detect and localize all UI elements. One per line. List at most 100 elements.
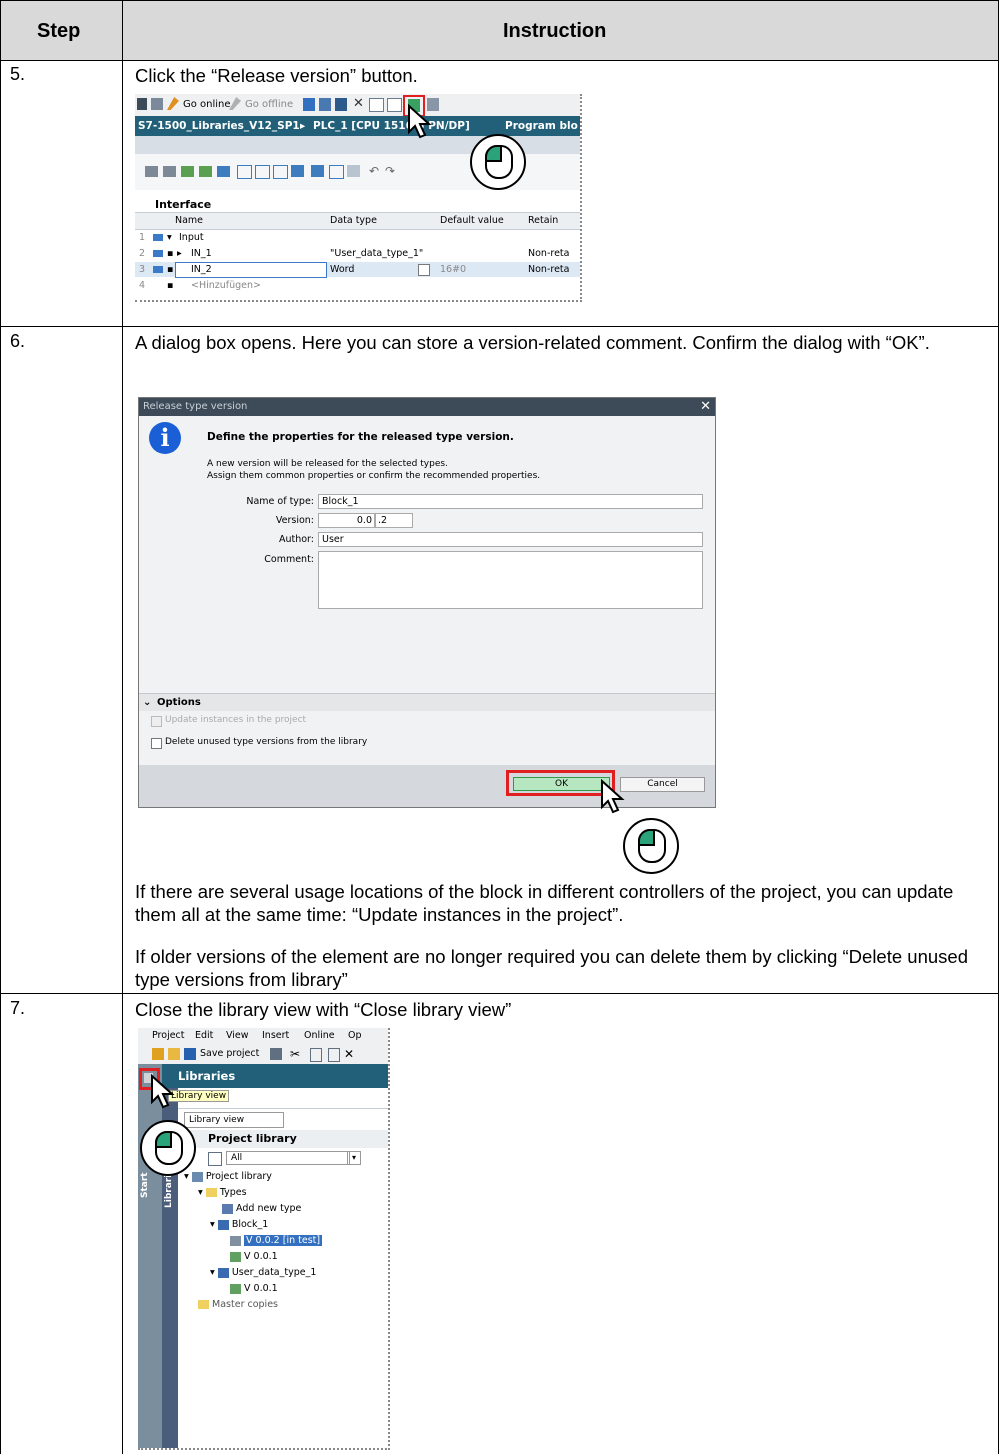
- menu-options[interactable]: Op: [348, 1028, 362, 1044]
- go-offline-button[interactable]: Go offline: [245, 99, 293, 110]
- bullet-icon: ▪: [167, 280, 174, 291]
- breadcrumb-plc[interactable]: PLC_1 [CPU 1516-3 PN/DP]: [313, 116, 470, 136]
- tree-item[interactable]: ▾ Types: [184, 1185, 322, 1201]
- stop-cpu-icon[interactable]: [335, 98, 347, 111]
- view-list-icon[interactable]: [208, 1152, 222, 1166]
- toolbar-icon[interactable]: [237, 165, 252, 179]
- type-picker-icon[interactable]: [418, 264, 430, 276]
- filter-select[interactable]: All: [226, 1151, 350, 1165]
- tree-item[interactable]: ▾ Block_1: [184, 1217, 322, 1233]
- open-project-icon[interactable]: [168, 1048, 180, 1060]
- tooltip-library-view: Library view: [168, 1090, 230, 1102]
- tree-item[interactable]: Master copies: [184, 1297, 322, 1313]
- toolbar-icon[interactable]: ↶: [369, 164, 379, 178]
- version-minor-field[interactable]: .2: [375, 513, 413, 528]
- toolbar-icon[interactable]: [217, 166, 230, 177]
- toolbar-icon[interactable]: [329, 165, 344, 179]
- menu-online[interactable]: Online: [304, 1028, 335, 1044]
- row-name: <Hinzufügen>: [191, 280, 261, 291]
- dialog-title: Release type version: [143, 401, 248, 412]
- tree-item[interactable]: Add new type: [184, 1201, 322, 1217]
- cross-reference-icon[interactable]: ✕: [353, 96, 364, 111]
- tree-item[interactable]: V 0.0.1: [184, 1249, 322, 1265]
- row-name: IN_2: [191, 264, 212, 275]
- name-of-type-field[interactable]: Block_1: [318, 494, 703, 509]
- breadcrumb-program-blocks[interactable]: Program blo: [505, 116, 578, 136]
- tree-item[interactable]: ▾ Project library: [184, 1169, 322, 1185]
- tree-item[interactable]: V 0.0.1: [184, 1281, 322, 1297]
- label-version: Version:: [275, 515, 314, 526]
- menu-insert[interactable]: Insert: [262, 1028, 289, 1044]
- toolbar-icon[interactable]: [347, 165, 360, 177]
- row-divider: [0, 60, 999, 61]
- chevron-down-icon[interactable]: ▾: [347, 1151, 361, 1165]
- header-step: Step: [37, 20, 81, 42]
- menu-project[interactable]: Project: [152, 1028, 185, 1044]
- copy-icon[interactable]: [310, 1048, 322, 1062]
- ok-button[interactable]: OK: [513, 777, 610, 791]
- go-online-button[interactable]: Go online: [183, 99, 231, 110]
- bullet-icon: ▪: [167, 248, 174, 259]
- tree-label: Types: [219, 1187, 247, 1198]
- start-cpu-icon[interactable]: [319, 98, 331, 111]
- tree-item[interactable]: ▾ User_data_type_1: [184, 1265, 322, 1281]
- col-data-type[interactable]: Data type: [330, 213, 377, 229]
- col-retain[interactable]: Retain: [528, 213, 558, 229]
- libraries-title: Libraries: [178, 1069, 236, 1083]
- toolbar-icon[interactable]: [255, 165, 270, 179]
- toolbar-icon[interactable]: ↷: [385, 164, 395, 178]
- menu-edit[interactable]: Edit: [195, 1028, 213, 1044]
- close-icon[interactable]: ✕: [700, 398, 711, 416]
- print-icon[interactable]: [270, 1048, 282, 1060]
- delete-unused-label: Delete unused type versions from the lib…: [165, 737, 368, 747]
- options-section[interactable]: ⌄ Options: [139, 693, 715, 713]
- toolbar-icon[interactable]: [163, 166, 176, 177]
- row-divider: [0, 326, 999, 327]
- paste-icon[interactable]: [328, 1048, 340, 1062]
- expand-icon[interactable]: ▸: [177, 246, 182, 261]
- side-tab-start[interactable]: Start: [140, 1172, 150, 1198]
- tree-label: Master copies: [212, 1299, 278, 1310]
- library-view-button[interactable]: Library view: [184, 1112, 284, 1128]
- update-instances-checkbox[interactable]: [151, 716, 162, 727]
- toolbar-icon[interactable]: [311, 165, 324, 177]
- new-project-icon[interactable]: [152, 1048, 164, 1060]
- add-type-icon: [222, 1203, 233, 1214]
- split-vertical-icon[interactable]: [387, 98, 402, 112]
- breadcrumb-project[interactable]: S7-1500_Libraries_V12_SP1: [138, 116, 300, 136]
- col-name[interactable]: Name: [175, 213, 203, 229]
- chevron-down-icon[interactable]: ⌄: [143, 694, 151, 712]
- tree-item-selected[interactable]: V 0.0.2 [in test]: [184, 1233, 323, 1249]
- version-icon: [230, 1235, 241, 1246]
- comment-field[interactable]: [318, 551, 703, 609]
- version-major-field[interactable]: 0.0: [318, 513, 375, 528]
- table-row[interactable]: 2 ▪ ▸ IN_1 "User_data_type_1" Non-reta: [135, 246, 580, 261]
- step-number-5: 5.: [10, 64, 26, 84]
- version-icon: [230, 1251, 241, 1262]
- row-name: Input: [179, 232, 204, 243]
- split-horizontal-icon[interactable]: [369, 98, 384, 112]
- save-project-button[interactable]: Save project: [200, 1044, 259, 1064]
- step-6-text: A dialog box opens. Here you can store a…: [135, 332, 930, 353]
- table-row[interactable]: 4 ▪ <Hinzufügen>: [135, 278, 580, 293]
- side-tab-libraries-label[interactable]: Librari: [164, 1175, 174, 1208]
- col-default-value[interactable]: Default value: [440, 213, 504, 229]
- udt-icon: [217, 1267, 229, 1278]
- expand-icon[interactable]: ▾: [167, 230, 172, 245]
- menu-view[interactable]: View: [226, 1028, 249, 1044]
- toolbar-icon[interactable]: [291, 165, 304, 177]
- toolbar-icon[interactable]: [273, 165, 288, 179]
- toolbar-icon[interactable]: [145, 166, 158, 177]
- cut-icon[interactable]: ✂: [290, 1044, 300, 1064]
- delete-unused-checkbox[interactable]: [151, 738, 162, 749]
- toolbar-icon[interactable]: [199, 166, 212, 177]
- accessible-devices-icon[interactable]: [303, 98, 315, 111]
- author-field[interactable]: User: [318, 532, 703, 547]
- table-row-selected[interactable]: 3 ▪ IN_2 Word 16#0 Non-reta: [135, 262, 580, 278]
- tree-label: V 0.0.1: [244, 1251, 278, 1262]
- delete-icon[interactable]: ✕: [344, 1044, 354, 1064]
- cancel-button[interactable]: Cancel: [620, 777, 705, 792]
- table-row[interactable]: 1 ▾ Input: [135, 230, 580, 245]
- toolbar-icon[interactable]: [181, 166, 194, 177]
- save-icon[interactable]: [184, 1048, 196, 1060]
